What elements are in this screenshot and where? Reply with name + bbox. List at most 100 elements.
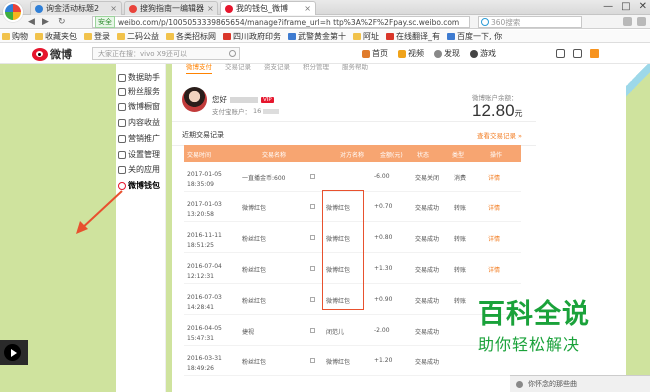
row-amount: -6.00 [374, 173, 390, 180]
browser-logo-icon[interactable] [3, 2, 23, 22]
bookmark-item[interactable]: 收藏夹包 [35, 31, 77, 42]
row-detail-link[interactable]: 详情 [488, 173, 500, 182]
wallet-tab[interactable]: 积分管理 [303, 64, 329, 74]
row-status: 交易成功 [415, 359, 440, 366]
browser-tab[interactable]: 询金活动标题2 × [30, 1, 122, 15]
weibo-search-input[interactable]: 大家正在搜：vivo X9还可以 [92, 47, 240, 60]
bookmark-icon [288, 32, 296, 40]
window-close-icon[interactable]: ✕ [639, 1, 647, 12]
wallet-tab[interactable]: 微博支付 [186, 64, 212, 74]
browser-titlebar: 询金活动标题2 × 搜狗指南一编辑器 × 我的钱包_微博 × — □ ✕ [0, 0, 650, 15]
browser-search-input[interactable]: 360搜索 [478, 16, 582, 28]
column-header: 类型 [452, 152, 465, 159]
watermark: 百科全说 助你轻松解决 [478, 300, 628, 355]
bookmark-label: 登录 [94, 31, 110, 41]
row-type: 转账 [454, 298, 467, 305]
bookmark-item[interactable]: 四川政府印务 [223, 31, 281, 42]
toolbar-icons [623, 17, 646, 26]
bookmark-item[interactable]: 各类招标网 [166, 31, 216, 42]
sidebar-item-icon [118, 118, 126, 127]
column-header: 金额(元) [380, 152, 403, 159]
tab-favicon-icon [129, 4, 137, 13]
compose-icon[interactable] [590, 49, 599, 58]
row-date: 2016-07-03 [187, 294, 222, 301]
row-checkbox[interactable] [310, 328, 315, 333]
wallet-tab[interactable]: 资支记录 [264, 64, 290, 74]
bookmark-item[interactable]: 购物 [2, 31, 28, 42]
sidebar-item-label: 设置管理 [128, 150, 160, 159]
nav-discover[interactable]: 发现 [434, 48, 460, 59]
forward-icon[interactable]: ▶ [42, 17, 49, 27]
bookmark-icon [223, 32, 231, 40]
menu-icon[interactable] [637, 17, 646, 26]
weibo-logo[interactable]: 微博 [32, 46, 72, 62]
minimize-icon[interactable]: — [603, 1, 613, 12]
sidebar-item[interactable]: 设置管理 [118, 149, 160, 160]
row-amount: +1.30 [374, 265, 393, 272]
wallet-tab[interactable]: 服务帮助 [342, 64, 368, 74]
bookmark-item[interactable]: 百度一下, 你 [447, 31, 502, 42]
row-detail-link[interactable]: 详情 [488, 234, 500, 243]
browser-tab-active[interactable]: 我的钱包_微博 × [220, 1, 316, 15]
bookmark-item[interactable]: 二码公益 [117, 31, 159, 42]
row-date: 2016-11-11 [187, 232, 222, 239]
nav-game[interactable]: 游戏 [470, 48, 496, 59]
maximize-icon[interactable]: □ [621, 1, 630, 12]
bookmark-item[interactable]: 在线翻译_有 [386, 31, 440, 42]
tab-favicon-icon [35, 4, 43, 13]
settings-icon[interactable] [573, 49, 582, 58]
refresh-icon[interactable]: ↻ [58, 17, 66, 27]
row-checkbox[interactable] [310, 204, 315, 209]
address-bar: ◀ ▶ ↻ 安全 weibo.com/p/1005053339865654/ma… [0, 15, 650, 29]
records-header: 近期交易记录 查看交易记录 » [172, 122, 536, 146]
sidebar-item[interactable]: 营销推广 [118, 133, 160, 144]
bookmark-item[interactable]: 登录 [84, 31, 110, 42]
bookmark-label: 在线翻译_有 [396, 31, 440, 41]
close-icon[interactable]: × [207, 4, 214, 13]
sidebar-item[interactable]: 数据助手 [118, 72, 160, 83]
sidebar-item[interactable]: 关的应用 [118, 164, 160, 175]
row-checkbox[interactable] [310, 358, 315, 363]
row-checkbox[interactable] [310, 297, 315, 302]
extension-icon[interactable] [623, 17, 632, 26]
bookmark-item[interactable]: 武警黄金第十 [288, 31, 346, 42]
close-icon[interactable]: × [304, 4, 311, 13]
play-icon[interactable] [4, 344, 21, 361]
row-datetime: 2016-11-11 18:51:25 [187, 231, 222, 251]
sidebar-item[interactable]: 粉丝服务 [118, 86, 160, 97]
row-date: 2016-03-31 [187, 355, 222, 362]
row-datetime: 2016-03-31 18:49:26 [187, 354, 222, 374]
greeting-text: 您好 [212, 95, 227, 104]
bookmark-label: 阿址 [363, 31, 379, 41]
message-icon[interactable] [556, 49, 565, 58]
row-detail-link[interactable]: 详情 [488, 265, 500, 274]
search-icon[interactable] [229, 50, 236, 57]
url-field[interactable]: 安全 weibo.com/p/1005053339865654/manage?i… [92, 16, 470, 28]
bookmark-item[interactable]: 阿址 [353, 31, 379, 42]
row-amount: +1.20 [374, 357, 393, 364]
back-icon[interactable]: ◀ [28, 17, 35, 27]
row-time: 12:12:31 [187, 273, 214, 280]
row-checkbox[interactable] [310, 174, 315, 179]
close-icon[interactable]: × [110, 4, 117, 13]
row-checkbox[interactable] [310, 266, 315, 271]
avatar[interactable] [182, 87, 207, 112]
row-amount: +0.80 [374, 234, 393, 241]
row-checkbox[interactable] [310, 235, 315, 240]
nav-video[interactable]: 视频 [398, 48, 424, 59]
url-text[interactable]: weibo.com/p/1005053339865654/manage?ifra… [118, 18, 459, 27]
row-datetime: 2017-01-05 18:35:09 [187, 170, 222, 190]
account-summary: 您好 VIP 支付宝账户： 16 微博账户余额： 12.80元 [172, 74, 536, 122]
browser-tab[interactable]: 搜狗指南一编辑器 × [124, 1, 218, 15]
sidebar-item[interactable]: 微博橱窗 [118, 101, 160, 112]
music-icon[interactable] [516, 380, 523, 388]
nav-home[interactable]: 首页 [362, 48, 388, 59]
sidebar-item-label: 微博钱包 [128, 181, 160, 190]
wallet-tab[interactable]: 交易记录 [225, 64, 251, 74]
weibo-logo-text: 微博 [50, 48, 72, 61]
bookmark-label: 武警黄金第十 [298, 31, 346, 41]
row-detail-link[interactable]: 详情 [488, 203, 500, 212]
sidebar-item-icon [118, 165, 126, 174]
sidebar-item[interactable]: 内容收益 [118, 117, 160, 128]
view-records-link[interactable]: 查看交易记录 » [477, 130, 522, 140]
